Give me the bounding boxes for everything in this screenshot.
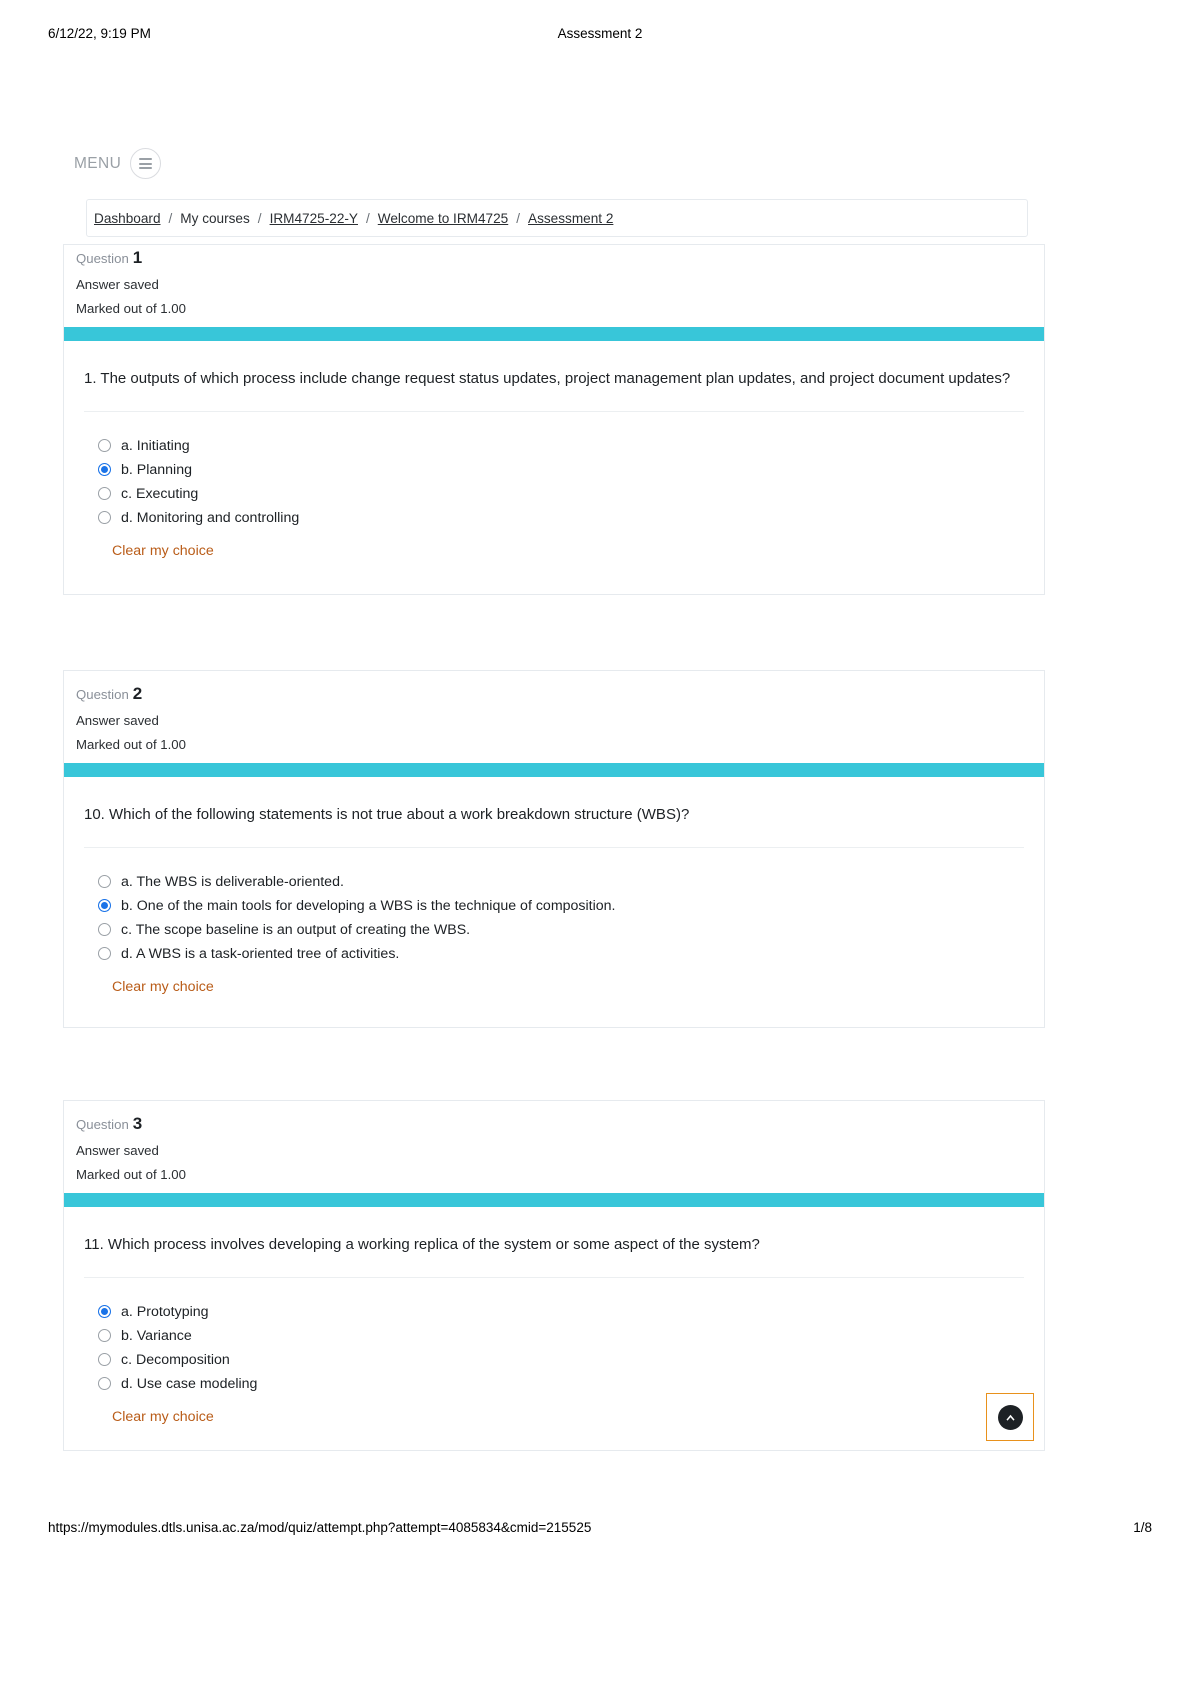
question-text: 10. Which of the following statements is… (84, 805, 1024, 848)
breadcrumb-item-dashboard[interactable]: Dashboard (94, 211, 161, 226)
answer-option-label: b. One of the main tools for developing … (121, 897, 616, 914)
question-card: Question 1 Answer saved Marked out of 1.0… (63, 244, 1045, 595)
answer-option-label: d. Monitoring and controlling (121, 509, 300, 526)
menu-toggle-button[interactable] (130, 148, 162, 179)
breadcrumb-item-welcome[interactable]: Welcome to IRM4725 (378, 211, 508, 226)
question-body: 1. The outputs of which process include … (64, 341, 1044, 582)
answer-option[interactable]: a. Initiating (98, 438, 1024, 454)
answer-option-list: a. Prototyping b. Variance c. Decomposit… (84, 1304, 1024, 1392)
radio-icon[interactable] (98, 1329, 111, 1343)
question-status: Answer saved (76, 1142, 159, 1158)
answer-option-label: c. Executing (121, 485, 199, 502)
print-source-url: https://mymodules.dtls.unisa.ac.za/mod/q… (48, 1520, 592, 1535)
radio-icon[interactable] (98, 511, 111, 525)
question-index: 3 (132, 1114, 143, 1133)
back-to-top-button[interactable] (986, 1393, 1034, 1441)
print-header: 6/12/22, 9:19 PM Assessment 2 (0, 26, 1200, 46)
answer-option-label: a. The WBS is deliverable-oriented. (121, 873, 344, 890)
answer-option-label: b. Variance (121, 1327, 192, 1344)
answer-option[interactable]: a. Prototyping (98, 1304, 1024, 1320)
question-number: Question 2 (76, 684, 1032, 704)
question-status: Answer saved (76, 712, 159, 728)
hamburger-icon (139, 158, 153, 169)
radio-icon[interactable] (98, 1377, 111, 1391)
answer-option-label: d. A WBS is a task-oriented tree of acti… (121, 945, 400, 962)
radio-icon-selected[interactable] (98, 899, 111, 913)
radio-icon[interactable] (98, 1353, 111, 1367)
question-meta: Question 1 Answer saved Marked out of 1.0… (64, 245, 1044, 327)
answer-option[interactable]: d. A WBS is a task-oriented tree of acti… (98, 946, 1024, 962)
question-body: 10. Which of the following statements is… (64, 777, 1044, 1018)
clear-my-choice-link[interactable]: Clear my choice (112, 543, 214, 559)
question-body: 11. Which process involves developing a … (64, 1207, 1044, 1448)
breadcrumb-separator: / (365, 210, 370, 226)
radio-icon[interactable] (98, 947, 111, 961)
menu-label: MENU (74, 154, 122, 172)
answer-option-list: a. Initiating b. Planning c. Executing d… (84, 438, 1024, 526)
radio-icon-selected[interactable] (98, 1305, 111, 1319)
answer-option-list: a. The WBS is deliverable-oriented. b. O… (84, 874, 1024, 962)
question-marks: Marked out of 1.00 (76, 737, 186, 753)
answer-option[interactable]: a. The WBS is deliverable-oriented. (98, 874, 1024, 890)
question-number: Question 3 (76, 1114, 1032, 1134)
radio-icon-selected[interactable] (98, 463, 111, 477)
radio-icon[interactable] (98, 923, 111, 937)
answer-option[interactable]: b. One of the main tools for developing … (98, 898, 1024, 914)
answer-option-label: b. Planning (121, 461, 192, 478)
breadcrumb-separator: / (516, 210, 521, 226)
radio-icon[interactable] (98, 439, 111, 453)
breadcrumb-item-course-code[interactable]: IRM4725-22-Y (270, 211, 358, 226)
radio-icon[interactable] (98, 487, 111, 501)
question-word: Question (76, 687, 129, 702)
print-page-title: Assessment 2 (557, 26, 643, 41)
answer-option[interactable]: d. Monitoring and controlling (98, 510, 1024, 526)
menu-row: MENU (74, 148, 162, 179)
question-status: Answer saved (76, 276, 159, 292)
answer-option[interactable]: c. Executing (98, 486, 1024, 502)
question-index: 2 (132, 684, 143, 703)
question-index: 1 (132, 248, 143, 267)
answer-option[interactable]: b. Variance (98, 1328, 1024, 1344)
question-word: Question (76, 1117, 129, 1132)
answer-option[interactable]: d. Use case modeling (98, 1376, 1024, 1392)
clear-my-choice-link[interactable]: Clear my choice (112, 1409, 214, 1425)
answer-option-label: c. The scope baseline is an output of cr… (121, 921, 471, 938)
question-marks: Marked out of 1.00 (76, 301, 186, 317)
answer-option-label: a. Initiating (121, 437, 190, 454)
accent-bar (64, 326, 1044, 341)
question-card: Question 2 Answer saved Marked out of 1.0… (63, 670, 1045, 1028)
accent-bar (64, 1192, 1044, 1207)
answer-option-label: a. Prototyping (121, 1303, 209, 1320)
question-text: 11. Which process involves developing a … (84, 1235, 1024, 1278)
clear-my-choice-link[interactable]: Clear my choice (112, 979, 214, 995)
question-meta: Question 2 Answer saved Marked out of 1.0… (64, 671, 1044, 763)
answer-option[interactable]: b. Planning (98, 462, 1024, 478)
question-meta: Question 3 Answer saved Marked out of 1.0… (64, 1101, 1044, 1193)
answer-option-label: c. Decomposition (121, 1351, 230, 1368)
breadcrumb-item-assessment[interactable]: Assessment 2 (528, 211, 613, 226)
answer-option[interactable]: c. Decomposition (98, 1352, 1024, 1368)
chevron-up-icon (997, 1404, 1023, 1430)
answer-option[interactable]: c. The scope baseline is an output of cr… (98, 922, 1024, 938)
breadcrumb-separator: / (257, 210, 262, 226)
answer-option-label: d. Use case modeling (121, 1375, 258, 1392)
question-word: Question (76, 251, 129, 266)
quiz-attempt-page: 6/12/22, 9:19 PM Assessment 2 MENU Dashb… (0, 0, 1200, 1698)
accent-bar (64, 762, 1044, 777)
radio-icon[interactable] (98, 875, 111, 889)
question-number: Question 1 (76, 248, 1032, 268)
question-card: Question 3 Answer saved Marked out of 1.0… (63, 1100, 1045, 1451)
breadcrumb-separator: / (168, 210, 173, 226)
question-marks: Marked out of 1.00 (76, 1167, 186, 1183)
breadcrumb-item-my-courses: My courses (180, 210, 250, 226)
breadcrumb: Dashboard / My courses / IRM4725-22-Y / … (86, 199, 1028, 237)
print-page-number: 1/8 (1133, 1520, 1152, 1535)
question-text: 1. The outputs of which process include … (84, 369, 1024, 412)
